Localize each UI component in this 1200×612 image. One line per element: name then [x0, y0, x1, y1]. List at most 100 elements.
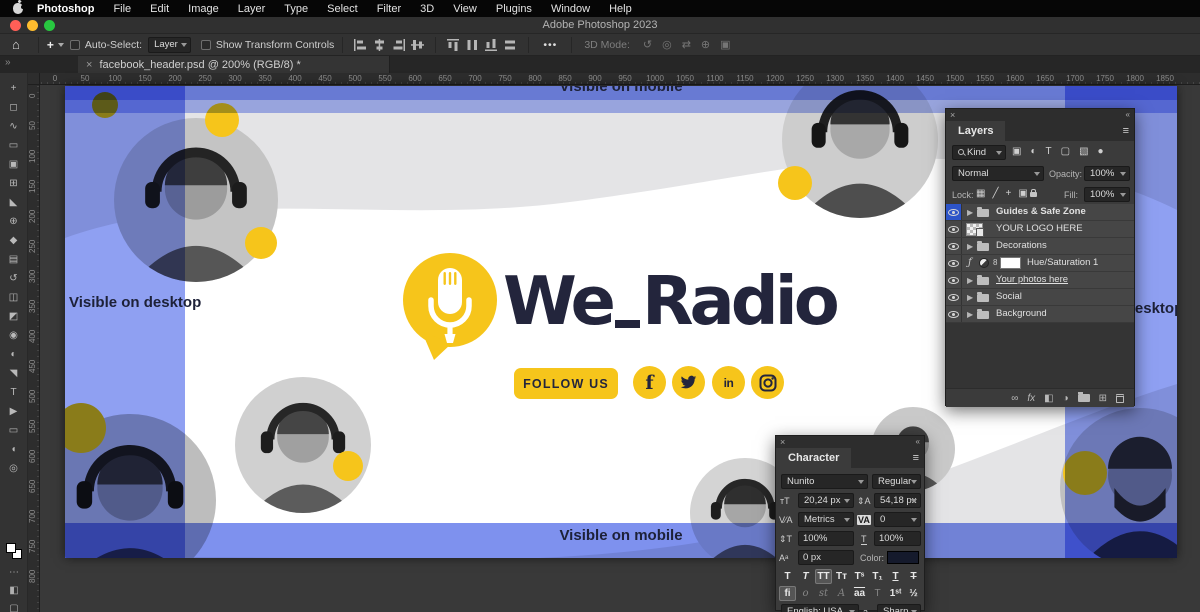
delete-layer-icon[interactable]	[1116, 394, 1124, 403]
filter-type-layers-icon[interactable]: T	[1046, 146, 1052, 157]
visibility-eye-icon[interactable]	[946, 255, 962, 271]
type-style-button[interactable]: T₁	[869, 569, 886, 584]
zoom-tool[interactable]: ◎	[0, 459, 28, 478]
blend-mode-dropdown[interactable]: Normal	[952, 166, 1044, 181]
visibility-eye-icon[interactable]	[946, 306, 962, 322]
filter-toggle-icon[interactable]: ●	[1098, 146, 1104, 157]
quick-mask-icon[interactable]: ◧	[9, 585, 18, 596]
panel-collapse-icon[interactable]: «	[1126, 109, 1130, 121]
menu-item[interactable]: Help	[609, 3, 632, 15]
clone-stamp-tool[interactable]: ▤	[0, 250, 28, 269]
layers-tab[interactable]: Layers	[946, 121, 1005, 141]
expand-group-icon[interactable]: ▶	[967, 307, 973, 322]
character-tab[interactable]: Character	[776, 448, 851, 468]
layer-row-your-photos-here[interactable]: ▶ Your photos here	[946, 272, 1134, 289]
screen-mode-icon[interactable]: ▢	[9, 603, 18, 612]
opentype-feature-button[interactable]: T	[869, 586, 886, 601]
type-style-button[interactable]: T	[905, 569, 922, 584]
panel-menu-icon[interactable]: ≡	[913, 452, 919, 464]
blur-tool[interactable]: ◉	[0, 326, 28, 345]
menu-item[interactable]: 3D	[420, 3, 434, 15]
language-dropdown[interactable]: English: USA	[781, 604, 859, 612]
type-style-button[interactable]: TT	[815, 569, 832, 584]
menu-item[interactable]: Window	[551, 3, 590, 15]
expand-group-icon[interactable]: ▶	[967, 290, 973, 305]
auto-select-checkbox[interactable]	[70, 40, 80, 50]
panel-close-icon[interactable]: ×	[780, 436, 785, 448]
layer-row-decorations[interactable]: ▶ Decorations	[946, 238, 1134, 255]
menu-item[interactable]: Select	[327, 3, 358, 15]
home-icon[interactable]: ⌂	[12, 37, 20, 52]
type-style-button[interactable]: Tˢ	[851, 569, 868, 584]
expand-group-icon[interactable]: ▶	[967, 205, 973, 220]
font-style-dropdown[interactable]: Regular	[872, 474, 921, 489]
tracking-dropdown[interactable]: 0	[874, 512, 921, 527]
expand-group-icon[interactable]: ▶	[967, 239, 973, 254]
layer-mask-thumbnail[interactable]	[1000, 257, 1021, 269]
menu-item[interactable]: Photoshop	[37, 3, 94, 15]
align-left-edges-icon[interactable]	[354, 39, 367, 51]
visibility-eye-icon[interactable]	[946, 272, 962, 288]
marquee-tool[interactable]: ◻	[0, 98, 28, 117]
kerning-dropdown[interactable]: Metrics	[798, 512, 854, 527]
font-size-dropdown[interactable]: 20,24 px	[798, 493, 854, 508]
crop-tool[interactable]: ▣	[0, 155, 28, 174]
shape-tool[interactable]: ▭	[0, 421, 28, 440]
filter-smart-objects-icon[interactable]: ▧	[1079, 146, 1088, 157]
opentype-feature-button[interactable]: fi	[779, 586, 796, 601]
lock-position-icon[interactable]: +	[1005, 188, 1011, 199]
distribute-vertical-icon[interactable]	[504, 39, 517, 51]
lock-transparency-icon[interactable]: ▦	[976, 188, 985, 199]
type-tool[interactable]: T	[0, 383, 28, 402]
align-right-edges-icon[interactable]	[392, 39, 405, 51]
object-selection-tool[interactable]: ▭	[0, 136, 28, 155]
adjustment-layer-icon[interactable]	[979, 258, 989, 268]
distribute-horizontal-icon[interactable]	[466, 39, 479, 51]
lock-artboard-icon[interactable]: ▣	[1018, 188, 1027, 199]
menu-item[interactable]: File	[113, 3, 131, 15]
opentype-feature-button[interactable]: A	[833, 586, 850, 601]
visibility-eye-icon[interactable]	[946, 204, 962, 220]
layer-row-guides-safe-zone[interactable]: ▶ Guides & Safe Zone	[946, 204, 1134, 221]
new-group-icon[interactable]	[1078, 394, 1090, 402]
leading-dropdown[interactable]: 54,18 px	[874, 493, 921, 508]
opentype-feature-button[interactable]: 1ˢᵗ	[887, 586, 904, 601]
menu-item[interactable]: Edit	[150, 3, 169, 15]
pen-tool[interactable]: ◥	[0, 364, 28, 383]
tool-preset-chevron-icon[interactable]	[58, 43, 64, 47]
eyedropper-tool[interactable]: ◣	[0, 193, 28, 212]
menu-item[interactable]: Plugins	[496, 3, 532, 15]
baseline-shift-field[interactable]: 0 px	[798, 550, 854, 565]
filter-shape-layers-icon[interactable]: ▢	[1061, 146, 1070, 157]
menu-item[interactable]: Image	[188, 3, 219, 15]
3d-roll-icon[interactable]: ◎	[662, 38, 672, 51]
fill-dropdown[interactable]: 100%	[1084, 187, 1130, 202]
layer-filter-dropdown[interactable]: Kind	[952, 145, 1006, 160]
panel-close-icon[interactable]: ×	[950, 109, 955, 121]
opentype-feature-button[interactable]: ½	[905, 586, 922, 601]
align-horizontal-centers-icon[interactable]	[373, 39, 386, 51]
lock-pixels-icon[interactable]: ╱	[992, 188, 998, 199]
layer-row-background[interactable]: ▶ Background	[946, 306, 1134, 323]
move-tool[interactable]: +	[0, 79, 28, 98]
layer-row-your-logo-here[interactable]: YOUR LOGO HERE	[946, 221, 1134, 238]
new-layer-icon[interactable]: ⊞	[1099, 393, 1107, 404]
visibility-eye-icon[interactable]	[946, 289, 962, 305]
opentype-feature-button[interactable]: aa	[851, 586, 868, 601]
frame-tool[interactable]: ⊞	[0, 174, 28, 193]
3d-camera-icon[interactable]: ▣	[720, 38, 730, 51]
visibility-eye-icon[interactable]	[946, 238, 962, 254]
apple-menu-icon[interactable]	[13, 3, 23, 14]
align-top-edges-icon[interactable]	[447, 39, 460, 51]
edit-toolbar-icon[interactable]: ⋯	[9, 567, 19, 578]
add-layer-mask-icon[interactable]: ◧	[1044, 393, 1053, 404]
opentype-feature-button[interactable]: st	[815, 586, 832, 601]
visibility-eye-icon[interactable]	[946, 221, 962, 237]
lasso-tool[interactable]: ∿	[0, 117, 28, 136]
auto-select-dropdown[interactable]: Layer	[148, 37, 191, 53]
opacity-dropdown[interactable]: 100%	[1084, 166, 1130, 181]
tab-overflow-icon[interactable]: »	[5, 57, 11, 68]
hand-tool[interactable]: ◖	[0, 440, 28, 459]
move-tool-icon[interactable]: +	[47, 38, 54, 52]
document-tab[interactable]: × facebook_header.psd @ 200% (RGB/8) *	[78, 56, 390, 73]
